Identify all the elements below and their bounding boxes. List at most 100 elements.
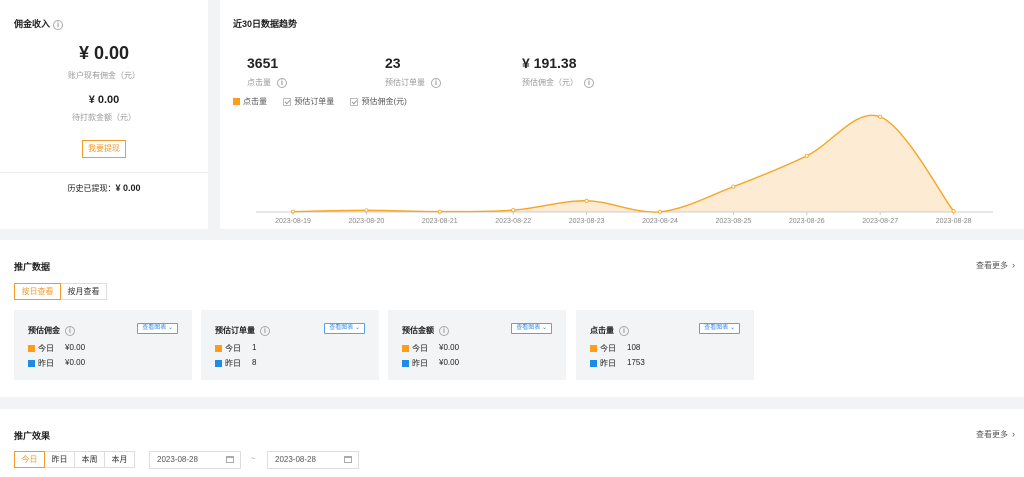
chevron-right-icon: ›	[1012, 429, 1015, 439]
x-tick-label: 2023-08-25	[715, 218, 751, 225]
yesterday-label: 昨日	[600, 359, 616, 368]
today-value: ¥0.00	[65, 343, 86, 352]
stat-card-clicks: 点击量 i 查看图表 ⌄ 今日 108 昨日 1753	[576, 310, 754, 380]
stat-title: 预估订单量 i	[215, 325, 270, 336]
orange-square-icon	[402, 345, 409, 353]
x-tick-label: 2023-08-19	[275, 218, 311, 225]
commission-title: 佣金收入 i	[14, 17, 64, 30]
chevron-down-icon: ⌄	[354, 325, 360, 331]
tab-yesterday[interactable]: 昨日	[44, 451, 75, 468]
start-date-input[interactable]: 2023-08-28	[149, 451, 241, 469]
today-label: 今日	[38, 344, 54, 353]
blue-square-icon	[215, 360, 222, 368]
promo-data-title: 推广数据	[14, 262, 51, 272]
stat-yesterday-row: 昨日 ¥0.00	[402, 358, 459, 369]
x-tick-label: 2023-08-26	[789, 218, 825, 225]
pending-value: ¥ 0.00	[88, 94, 120, 106]
x-tick-label: 2023-08-28	[936, 218, 972, 225]
end-date-value: 2023-08-28	[275, 455, 316, 464]
data-point	[584, 198, 589, 203]
tab-by-day[interactable]: 按日查看	[14, 283, 61, 300]
blue-square-icon	[402, 360, 409, 368]
stat-title: 点击量 i	[590, 325, 629, 336]
info-icon[interactable]: i	[260, 325, 270, 336]
yesterday-value: 8	[252, 358, 257, 367]
chevron-down-icon: ⌄	[729, 325, 735, 331]
stat-card-amount: 预估金额 i 查看图表 ⌄ 今日 ¥0.00 昨日 ¥0.00	[388, 310, 566, 380]
stat-title: 预估佣金 i	[28, 325, 75, 336]
stat-yesterday-row: 昨日 ¥0.00	[28, 358, 85, 369]
history-label: 历史已提现：	[67, 184, 116, 193]
stat-title-text: 预估订单量	[215, 326, 255, 335]
orange-square-icon	[215, 345, 222, 353]
today-value: 108	[627, 343, 641, 352]
x-tick-label: 2023-08-22	[495, 218, 531, 225]
tab-this-month[interactable]: 本月	[104, 451, 135, 468]
stat-title-text: 预估佣金	[28, 326, 60, 335]
promo-effect-more-label: 查看更多	[976, 430, 1008, 439]
history-value: ¥ 0.00	[115, 183, 141, 193]
stat-title: 预估金额 i	[402, 325, 449, 336]
stat-today-row: 今日 108	[590, 343, 640, 354]
balance-value: ¥ 0.00	[78, 43, 130, 63]
tab-today[interactable]: 今日	[14, 451, 45, 468]
today-value: ¥0.00	[439, 343, 460, 352]
stat-card-orders: 预估订单量 i 查看图表 ⌄ 今日 1 昨日 8	[201, 310, 379, 380]
x-tick-label: 2023-08-21	[422, 218, 458, 225]
yesterday-label: 昨日	[412, 359, 428, 368]
stat-title-text: 点击量	[590, 326, 614, 335]
x-tick-label: 2023-08-23	[569, 218, 605, 225]
view-chart-label: 查看图表	[142, 325, 167, 331]
yesterday-value: 1753	[627, 358, 645, 367]
commission-title-text: 佣金收入	[14, 19, 51, 29]
x-tick-label: 2023-08-27	[862, 218, 898, 225]
x-tick-label: 2023-08-24	[642, 218, 678, 225]
stat-yesterday-row: 昨日 8	[215, 358, 256, 369]
view-chart-button[interactable]: 查看图表 ⌄	[699, 323, 740, 334]
chevron-down-icon: ⌄	[541, 325, 547, 331]
promo-data-more-link[interactable]: 查看更多 ›	[976, 260, 1015, 271]
pending-label: 待打款金额（元）	[72, 113, 136, 122]
data-point	[511, 208, 516, 213]
tab-this-week[interactable]: 本周	[74, 451, 105, 468]
stat-yesterday-row: 昨日 1753	[590, 358, 645, 369]
stat-card-commission: 预估佣金 i 查看图表 ⌄ 今日 ¥0.00 昨日 ¥0.00	[14, 310, 192, 380]
view-chart-label: 查看图表	[516, 325, 541, 331]
yesterday-value: ¥0.00	[439, 358, 460, 367]
stat-today-row: 今日 1	[215, 343, 256, 354]
promo-data-more-label: 查看更多	[976, 261, 1008, 270]
info-icon[interactable]: i	[619, 325, 629, 336]
promo-effect-tabs: 今日 昨日 本周 本月	[14, 451, 136, 468]
series-area	[293, 115, 954, 213]
info-icon[interactable]: i	[53, 19, 64, 30]
blue-square-icon	[590, 360, 597, 368]
stat-title-text: 预估金额	[402, 326, 434, 335]
today-value: 1	[252, 343, 257, 352]
calendar-icon	[226, 456, 234, 463]
balance-label: 账户现有佣金（元）	[68, 71, 140, 80]
chevron-down-icon: ⌄	[167, 325, 173, 331]
end-date-input[interactable]: 2023-08-28	[267, 451, 359, 469]
view-chart-button[interactable]: 查看图表 ⌄	[511, 323, 552, 334]
trend-card: 近30日数据趋势 3651 点击量 i 23 预估订单量 i ¥ 191.38 预估…	[220, 0, 1024, 229]
withdraw-button[interactable]: 我要提现	[82, 140, 126, 158]
data-point	[804, 153, 809, 158]
data-point	[364, 208, 369, 213]
view-chart-label: 查看图表	[704, 325, 729, 331]
tab-by-month[interactable]: 按月查看	[60, 283, 107, 300]
stat-today-row: 今日 ¥0.00	[402, 343, 459, 354]
today-label: 今日	[412, 344, 428, 353]
info-icon[interactable]: i	[65, 325, 75, 336]
view-chart-button[interactable]: 查看图表 ⌄	[324, 323, 365, 334]
today-label: 今日	[600, 344, 616, 353]
yesterday-value: ¥0.00	[65, 358, 86, 367]
promo-effect-more-link[interactable]: 查看更多 ›	[976, 429, 1015, 440]
data-point	[731, 184, 736, 189]
start-date-value: 2023-08-28	[157, 455, 198, 464]
yesterday-label: 昨日	[225, 359, 241, 368]
data-point	[878, 114, 883, 119]
info-icon[interactable]: i	[439, 325, 449, 336]
view-chart-button[interactable]: 查看图表 ⌄	[137, 323, 178, 334]
calendar-icon	[344, 456, 352, 463]
view-chart-label: 查看图表	[329, 325, 354, 331]
